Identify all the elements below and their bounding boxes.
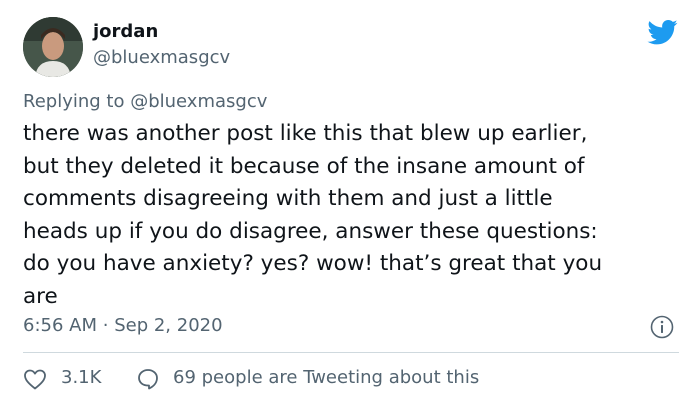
timestamp-separator: · [102, 315, 109, 336]
heart-icon[interactable] [23, 368, 47, 390]
tweet-time[interactable]: 6:56 AM [23, 315, 97, 336]
reply-mention-link[interactable]: @bluexmasgcv [130, 91, 267, 112]
twitter-bird-icon[interactable] [647, 17, 679, 47]
replying-to-line: Replying to @bluexmasgcv [23, 90, 267, 114]
display-name[interactable]: jordan [93, 20, 158, 44]
replying-to-label: Replying to [23, 91, 125, 112]
divider [23, 352, 679, 353]
tweet-date[interactable]: Sep 2, 2020 [114, 315, 222, 336]
tweet-timestamp[interactable]: 6:56 AM · Sep 2, 2020 [23, 314, 223, 338]
like-count[interactable]: 3.1K [61, 366, 101, 390]
info-icon[interactable] [650, 315, 674, 339]
user-handle[interactable]: @bluexmasgcv [93, 46, 230, 70]
tweet-text: there was another post like this that bl… [23, 121, 603, 309]
avatar[interactable] [23, 17, 83, 77]
speech-bubble-icon[interactable] [136, 367, 160, 391]
tweeting-about-this-link[interactable]: 69 people are Tweeting about this [173, 366, 479, 390]
